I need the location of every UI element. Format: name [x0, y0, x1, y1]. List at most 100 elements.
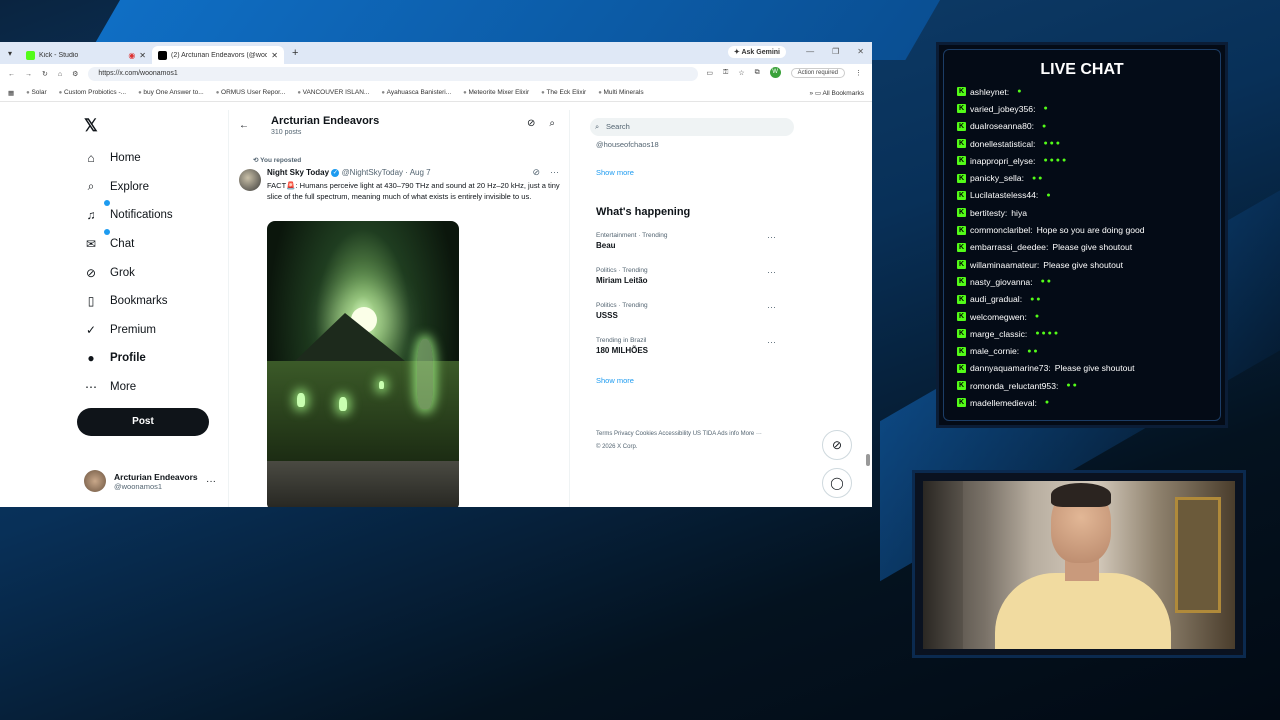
site-info-icon[interactable]: ⚙: [72, 70, 78, 78]
apps-grid-icon[interactable]: ▦: [8, 89, 14, 97]
messages-float-button[interactable]: ◯: [822, 468, 852, 498]
bookmark-item[interactable]: The Eck Elixir: [541, 89, 586, 96]
chat-username[interactable]: donellestatistical:: [970, 139, 1035, 149]
nav-premium[interactable]: ✓ Premium: [84, 316, 173, 345]
back-arrow-icon[interactable]: ←: [239, 120, 249, 131]
forward-arrow-icon[interactable]: →: [25, 71, 32, 78]
password-key-icon[interactable]: ⚿: [723, 69, 728, 77]
bookmark-item[interactable]: Solar: [26, 89, 46, 96]
chat-username[interactable]: commonclaribel:: [970, 225, 1033, 235]
bookmark-item[interactable]: Ayahuasca Banisteri...: [381, 89, 452, 96]
account-switcher[interactable]: Arcturian Endeavors @woonamos1: [84, 470, 198, 492]
url-field[interactable]: https://x.com/woonamos1: [88, 67, 699, 81]
bookmark-item[interactable]: ORMUS User Repor...: [216, 89, 285, 96]
tweet-author-avatar[interactable]: [239, 169, 261, 191]
search-input[interactable]: Search: [590, 118, 794, 136]
trend-item[interactable]: Trending in Brazil 180 MILHÕES ···: [596, 337, 776, 355]
chat-username[interactable]: madellemedieval:: [970, 398, 1037, 408]
trend-more-icon[interactable]: ···: [767, 267, 776, 277]
chat-username[interactable]: male_cornie:: [970, 346, 1019, 356]
post-button[interactable]: Post: [77, 408, 209, 436]
home-icon[interactable]: ⌂: [58, 71, 62, 78]
nav-home[interactable]: ⌂ Home: [84, 144, 173, 173]
tab-x-profile[interactable]: (2) Arcturian Endeavors (@woo… ✕: [152, 46, 284, 64]
nav-bookmarks[interactable]: ▯ Bookmarks: [84, 287, 173, 316]
grok-icon[interactable]: ⊘: [532, 167, 540, 178]
trend-more-icon[interactable]: ···: [767, 302, 776, 312]
footer-links[interactable]: Terms Privacy Cookies Accessibility US T…: [596, 428, 766, 454]
chat-username[interactable]: bertitesty:: [970, 208, 1007, 218]
nav-notifications[interactable]: ♫ Notifications: [84, 200, 173, 230]
chat-username[interactable]: romonda_reluctant953:: [970, 381, 1058, 391]
bookmark-item[interactable]: Custom Probiotics -...: [59, 89, 126, 96]
chat-username[interactable]: ashleynet:: [970, 87, 1009, 97]
install-icon[interactable]: ▭: [706, 69, 713, 77]
nav-more[interactable]: ⋯ More: [84, 373, 173, 402]
nav-label: Grok: [110, 266, 135, 279]
chat-username[interactable]: audi_gradual:: [970, 294, 1022, 304]
suggested-handle[interactable]: @houseofchaos18: [596, 140, 659, 149]
trend-more-icon[interactable]: ···: [767, 232, 776, 242]
chat-username[interactable]: Lucilatasteless44:: [970, 190, 1038, 200]
chat-username[interactable]: dualroseanna80:: [970, 121, 1034, 131]
close-window-icon[interactable]: ✕: [857, 47, 864, 56]
reload-icon[interactable]: ↻: [42, 70, 48, 78]
bookmark-star-icon[interactable]: ☆: [738, 69, 744, 77]
profile-avatar[interactable]: W: [769, 67, 781, 78]
page-scrollbar[interactable]: [866, 114, 870, 506]
close-tab-icon[interactable]: ✕: [271, 51, 278, 60]
chat-username[interactable]: varied_jobey356:: [970, 104, 1035, 114]
maximize-icon[interactable]: ❐: [832, 47, 839, 56]
nav-profile[interactable]: ● Profile: [84, 344, 173, 373]
chat-username[interactable]: inappropri_elyse:: [970, 156, 1035, 166]
chat-username[interactable]: welcomegwen:: [970, 312, 1027, 322]
all-bookmarks-folder[interactable]: » ▭ All Bookmarks: [809, 89, 864, 97]
tweet-author-name[interactable]: Night Sky Today: [267, 168, 329, 177]
action-required-button[interactable]: Action required: [790, 67, 845, 78]
chat-emote-icon: ●: [1043, 105, 1048, 113]
tweet-handle-date[interactable]: @NightSkyToday · Aug 7: [342, 168, 431, 177]
chat-username[interactable]: embarrassi_deedee:: [970, 242, 1048, 252]
grok-float-button[interactable]: ⊘: [822, 430, 852, 460]
back-arrow-icon[interactable]: ←: [8, 71, 15, 78]
minimize-icon[interactable]: —: [806, 47, 814, 56]
ask-gemini-button[interactable]: ✦ Ask Gemini: [727, 46, 786, 58]
nav-explore[interactable]: ⌕ Explore: [84, 173, 173, 202]
chat-emote-icon: ● ●: [1027, 347, 1038, 355]
nav-grok[interactable]: ⊘ Grok: [84, 258, 173, 287]
chat-username[interactable]: marge_classic:: [970, 329, 1027, 339]
bookmark-item[interactable]: VANCOUVER ISLAN...: [297, 89, 370, 96]
nav-chat[interactable]: ✉ Chat: [84, 229, 173, 259]
tab-kick-studio[interactable]: Kick - Studio ◉ ✕: [20, 46, 152, 64]
trend-more-icon[interactable]: ···: [767, 337, 776, 347]
extensions-icon[interactable]: ⧉: [755, 69, 760, 77]
search-icon[interactable]: ⌕: [549, 118, 555, 129]
account-more-icon[interactable]: ···: [206, 476, 216, 487]
browser-menu-icon[interactable]: ⋮: [855, 69, 862, 77]
chat-emote-icon: ●: [1042, 122, 1047, 130]
chat-username[interactable]: nasty_giovanna:: [970, 277, 1033, 287]
tab-list-chevron-icon[interactable]: ▾: [0, 49, 20, 58]
scrollbar-thumb[interactable]: [866, 454, 870, 466]
trend-item[interactable]: Politics · Trending Miriam Leitão ···: [596, 267, 776, 285]
x-logo-icon[interactable]: 𝕏: [84, 116, 98, 136]
premium-check-icon: ✓: [85, 322, 97, 337]
nav-label: Bookmarks: [110, 295, 168, 308]
chat-username[interactable]: willaminaamateur:: [970, 260, 1039, 270]
trend-item[interactable]: Politics · Trending USSS ···: [596, 302, 776, 320]
tweet-image[interactable]: [267, 221, 459, 507]
trend-item[interactable]: Entertainment · Trending Beau ···: [596, 232, 776, 250]
bookmarks-bar: ▦ Solar Custom Probiotics -... buy One A…: [0, 84, 872, 102]
bookmark-item[interactable]: Multi Minerals: [598, 89, 643, 96]
show-more-link[interactable]: Show more: [596, 168, 634, 177]
close-tab-icon[interactable]: ✕: [139, 51, 146, 60]
grok-icon[interactable]: ⊘: [527, 118, 535, 129]
bookmark-item[interactable]: buy One Answer to...: [138, 89, 203, 96]
more-icon[interactable]: ···: [550, 167, 559, 178]
chat-username[interactable]: dannyaquamarine73:: [970, 363, 1051, 373]
chat-message: Kdannyaquamarine73: Please give shoutout: [957, 360, 1227, 377]
chat-username[interactable]: panicky_sella:: [970, 173, 1024, 183]
show-more-link[interactable]: Show more: [596, 376, 634, 385]
bookmark-item[interactable]: Meteorite Mixer Elixir: [463, 89, 529, 96]
new-tab-plus-icon[interactable]: +: [292, 47, 298, 59]
